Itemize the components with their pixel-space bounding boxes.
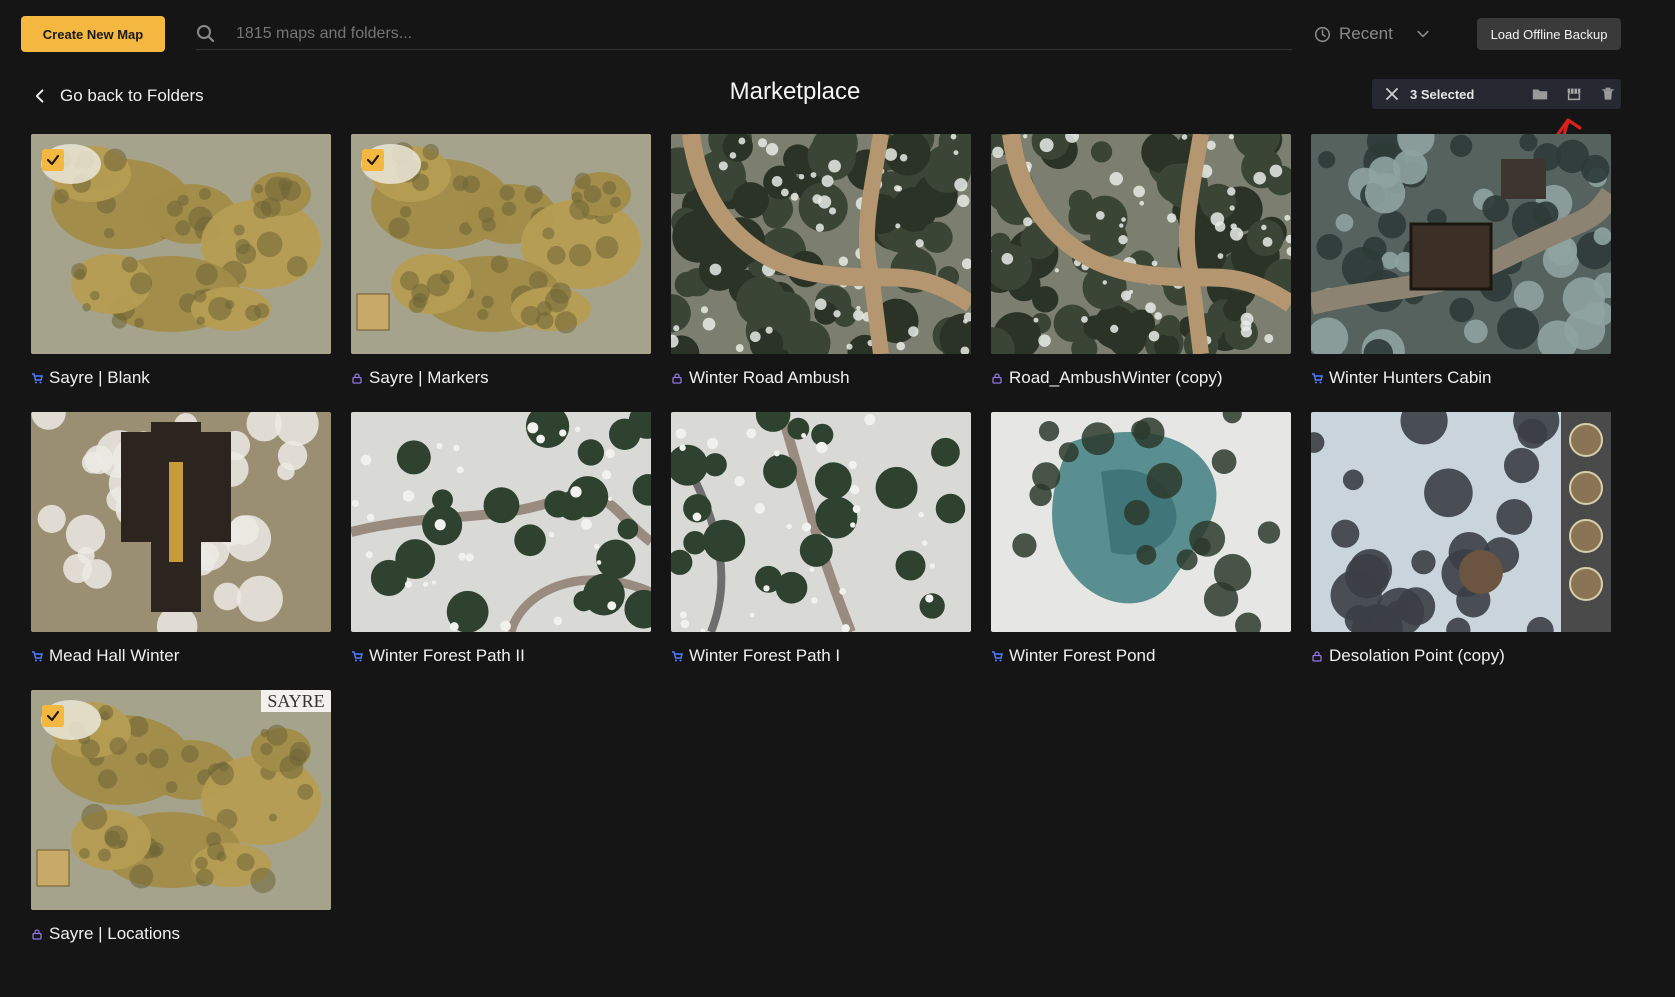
map-caption: Winter Road Ambush <box>671 366 971 390</box>
checkmark-icon <box>46 710 60 722</box>
top-bar: Create New Map Recent Load Offline Backu… <box>0 0 1675 70</box>
cart-icon <box>31 372 43 384</box>
map-caption: Desolation Point (copy) <box>1311 644 1611 668</box>
map-name: Desolation Point (copy) <box>1329 646 1505 665</box>
map-thumbnail[interactable] <box>351 412 651 632</box>
map-card[interactable]: Winter Road Ambush <box>671 134 971 390</box>
sort-label: Recent <box>1339 24 1393 43</box>
map-card[interactable]: Sayre | Blank <box>31 134 331 390</box>
lock-icon <box>991 372 1003 384</box>
search-icon <box>197 24 215 42</box>
cart-icon <box>991 650 1003 662</box>
map-name: Winter Forest Path I <box>689 646 841 665</box>
map-card[interactable]: SAYRE Sayre | Locations <box>31 690 331 946</box>
cart-icon <box>1311 372 1323 384</box>
map-card[interactable]: Winter Forest Pond <box>991 412 1291 668</box>
map-thumbnail[interactable] <box>991 134 1291 354</box>
map-name: Winter Forest Path II <box>369 646 525 665</box>
map-thumbnail[interactable] <box>31 134 331 354</box>
map-caption: Sayre | Blank <box>31 366 331 390</box>
map-name: Winter Road Ambush <box>689 368 850 387</box>
map-thumbnail[interactable]: SAYRE <box>31 690 331 910</box>
map-name: Sayre | Markers <box>369 368 489 387</box>
sort-dropdown[interactable]: Recent <box>1314 22 1431 46</box>
map-thumbnail[interactable] <box>351 134 651 354</box>
move-to-folder-button[interactable] <box>1530 84 1550 104</box>
thumb-title-text: SAYRE <box>267 691 324 711</box>
cart-icon <box>351 650 363 662</box>
marketplace-button[interactable] <box>1564 84 1584 104</box>
map-caption: Winter Forest Pond <box>991 644 1291 668</box>
cart-icon <box>671 650 683 662</box>
map-thumbnail[interactable] <box>1311 412 1611 632</box>
map-card[interactable]: Desolation Point (copy) <box>1311 412 1611 668</box>
map-caption: Sayre | Locations <box>31 922 331 946</box>
store-icon <box>1567 88 1581 101</box>
map-name: Sayre | Locations <box>49 924 181 943</box>
map-thumbnail[interactable] <box>31 412 331 632</box>
map-thumbnail[interactable] <box>671 134 971 354</box>
map-thumbnail[interactable] <box>671 412 971 632</box>
clock-icon <box>1314 26 1331 42</box>
map-name: Winter Hunters Cabin <box>1329 368 1492 387</box>
map-name: Mead Hall Winter <box>49 646 180 665</box>
map-caption: Sayre | Markers <box>351 366 651 390</box>
back-label: Go back to Folders <box>60 86 204 105</box>
chevron-down-icon <box>1417 30 1429 38</box>
lock-icon <box>671 372 683 384</box>
back-to-folders-link[interactable]: Go back to Folders <box>32 84 204 108</box>
clear-selection-icon[interactable] <box>1384 86 1400 102</box>
map-thumbnail[interactable] <box>991 412 1291 632</box>
map-card[interactable]: Winter Hunters Cabin <box>1311 134 1611 390</box>
map-card[interactable]: Mead Hall Winter <box>31 412 331 668</box>
lock-icon <box>31 928 43 940</box>
page-title: Marketplace <box>729 78 861 105</box>
selected-checkbox[interactable] <box>42 149 64 171</box>
checkmark-icon <box>46 154 60 166</box>
map-card[interactable]: Sayre | Markers <box>351 134 651 390</box>
selected-checkbox[interactable] <box>42 705 64 727</box>
map-name: Sayre | Blank <box>49 368 150 387</box>
checkmark-icon <box>366 154 380 166</box>
load-offline-backup-button[interactable]: Load Offline Backup <box>1477 18 1621 50</box>
search-input[interactable] <box>236 24 1136 43</box>
selected-checkbox[interactable] <box>362 149 384 171</box>
search-bar[interactable] <box>196 18 1292 50</box>
selection-toolbar: 3 Selected <box>1372 79 1621 109</box>
lock-icon <box>351 372 363 384</box>
map-card[interactable]: Road_AmbushWinter (copy) <box>991 134 1291 390</box>
delete-button[interactable] <box>1598 84 1618 104</box>
map-name: Winter Forest Pond <box>1009 646 1156 665</box>
map-caption: Road_AmbushWinter (copy) <box>991 366 1291 390</box>
folder-icon <box>1532 89 1548 100</box>
map-caption: Winter Forest Path I <box>671 644 971 668</box>
map-card[interactable]: Winter Forest Path I <box>671 412 971 668</box>
create-new-map-button[interactable]: Create New Map <box>21 16 165 52</box>
map-caption: Winter Hunters Cabin <box>1311 366 1611 390</box>
lock-icon <box>1311 650 1323 662</box>
map-name: Road_AmbushWinter (copy) <box>1009 368 1223 387</box>
map-card[interactable]: Winter Forest Path II <box>351 412 651 668</box>
map-caption: Mead Hall Winter <box>31 644 331 668</box>
chevron-left-icon <box>35 89 44 103</box>
map-thumbnail[interactable] <box>1311 134 1611 354</box>
cart-icon <box>31 650 43 662</box>
trash-icon <box>1602 87 1614 100</box>
selected-count: 3 Selected <box>1410 86 1475 102</box>
map-caption: Winter Forest Path II <box>351 644 651 668</box>
